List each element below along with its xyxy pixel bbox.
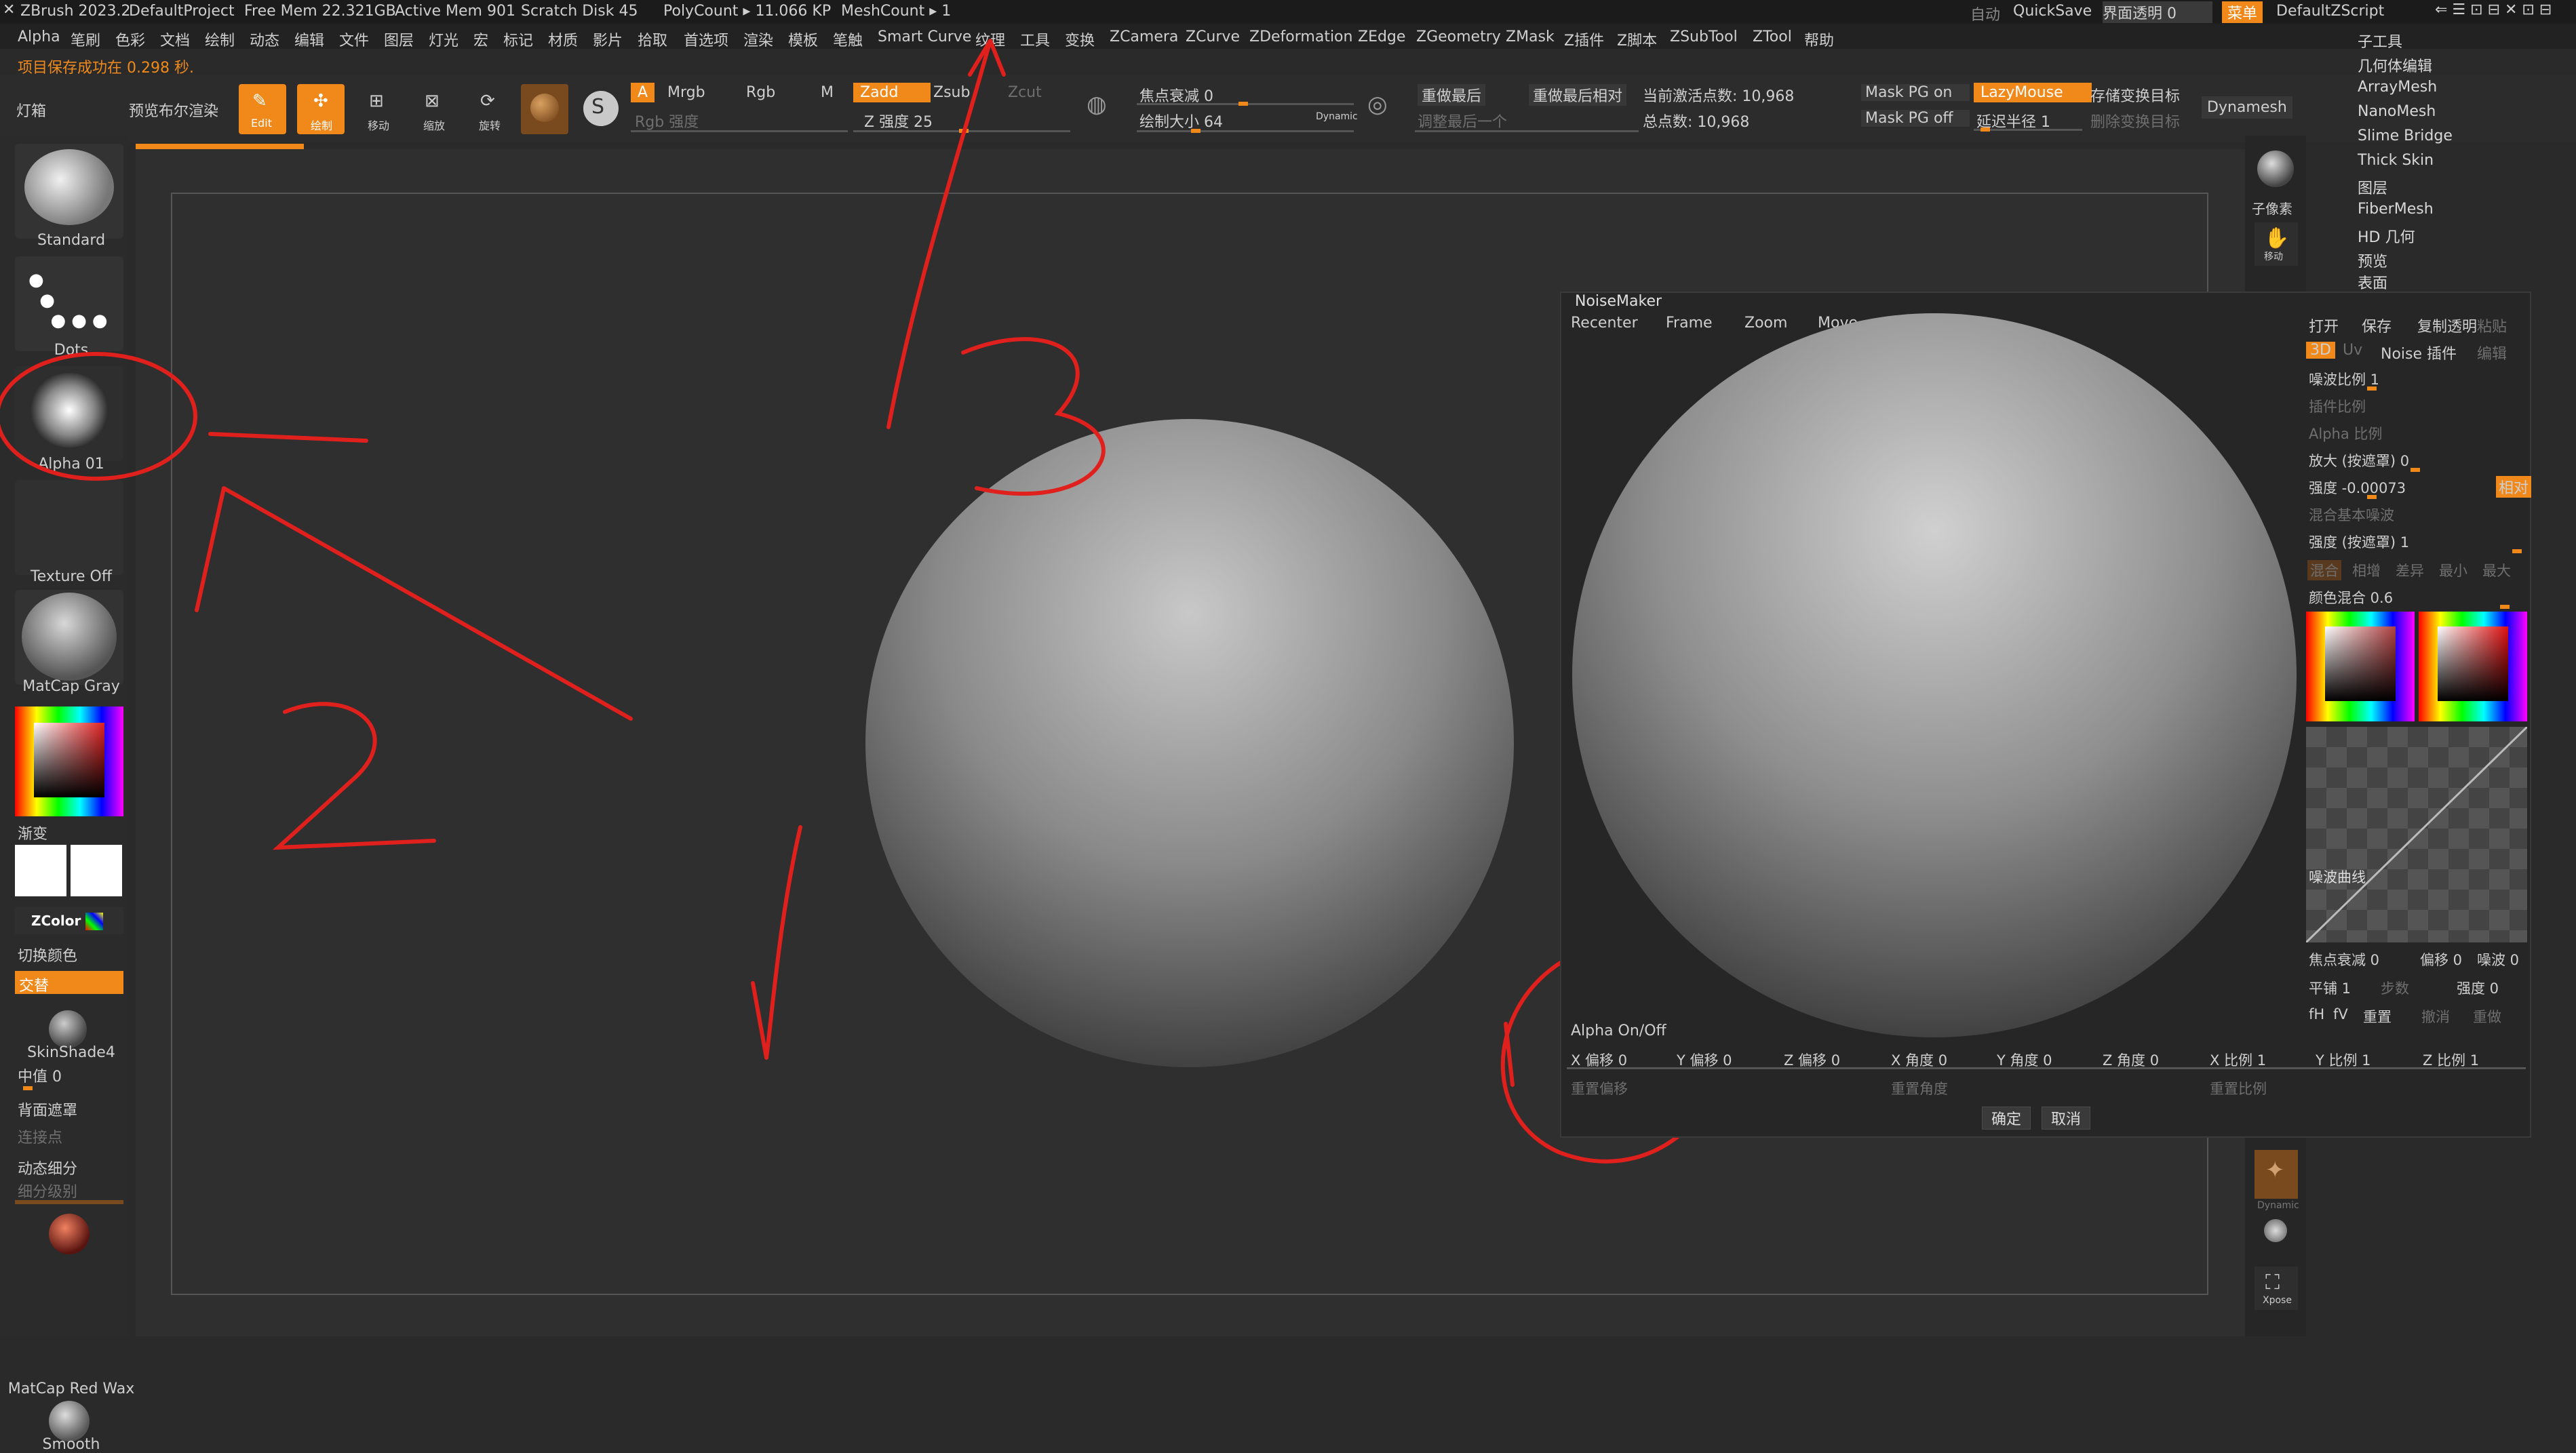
flip-v-button[interactable]: fV bbox=[2333, 1006, 2348, 1022]
matcap-red-name: MatCap Red Wax bbox=[7, 1380, 135, 1397]
annotation-circle-alpha bbox=[0, 352, 197, 481]
ok-button[interactable]: 确定 bbox=[1982, 1107, 2031, 1130]
color-blend-knob[interactable] bbox=[2500, 605, 2510, 609]
magnify-slider[interactable]: 放大 (按遮罩) 0 bbox=[2309, 450, 2409, 471]
persp-sphere-icon[interactable] bbox=[2264, 1219, 2287, 1242]
tile-slider[interactable]: 平铺 1 bbox=[2309, 978, 2351, 998]
arraymesh-item[interactable]: ArrayMesh bbox=[2358, 79, 2437, 96]
reset-offset-button[interactable]: 重置偏移 bbox=[1571, 1078, 1628, 1098]
alpha-scale-slider[interactable]: Alpha 比例 bbox=[2309, 423, 2382, 443]
curve-redo-button[interactable]: 重做 bbox=[2473, 1006, 2501, 1027]
reset-scale-button[interactable]: 重置比例 bbox=[2210, 1078, 2267, 1098]
preview-item[interactable]: 预览 bbox=[2358, 250, 2387, 271]
dynamic-icon: ✦ bbox=[2265, 1157, 2285, 1184]
copy-alpha-button[interactable]: 复制透明 bbox=[2417, 315, 2477, 336]
noise-color-square-2[interactable] bbox=[2438, 626, 2508, 701]
nanomesh-item[interactable]: NanoMesh bbox=[2358, 103, 2436, 120]
plugin-scale-slider[interactable]: 插件比例 bbox=[2309, 396, 2366, 416]
open-button[interactable]: 打开 bbox=[2309, 315, 2339, 336]
smooth-brush-name: Smooth bbox=[42, 1436, 100, 1453]
annotation-arrow-alpha bbox=[195, 432, 633, 721]
noise-preview-sphere[interactable] bbox=[1572, 313, 2297, 1037]
paste-button[interactable]: 粘贴 bbox=[2477, 315, 2507, 336]
color-blend-slider[interactable]: 颜色混合 0.6 bbox=[2309, 587, 2393, 608]
move-view-button[interactable]: ✋ 移动 bbox=[2255, 222, 2298, 266]
edit-button-dialog[interactable]: 编辑 bbox=[2477, 342, 2507, 363]
blend-tab-add[interactable]: 相增 bbox=[2352, 560, 2381, 580]
noise-curve-label: 噪波曲线 bbox=[2309, 869, 2366, 885]
steps-slider[interactable]: 步数 bbox=[2381, 978, 2409, 998]
relative-toggle[interactable]: 相对 bbox=[2496, 476, 2532, 498]
blend-tab-mix[interactable]: 混合 bbox=[2307, 560, 2341, 580]
strength-mask-slider[interactable]: 强度 (按遮罩) 1 bbox=[2309, 532, 2409, 552]
thick-skin-item[interactable]: Thick Skin bbox=[2358, 152, 2434, 169]
zoom-button[interactable]: Zoom bbox=[1744, 315, 1787, 332]
hd-geometry-item[interactable]: HD 几何 bbox=[2358, 225, 2415, 247]
xyz-slider-track bbox=[1567, 1067, 2526, 1069]
subtool-item[interactable]: 子工具 bbox=[2358, 30, 2402, 52]
render-sphere-button[interactable] bbox=[2257, 151, 2294, 187]
curve-strength-slider[interactable]: 强度 0 bbox=[2457, 978, 2499, 998]
hand-icon: ✋ bbox=[2264, 226, 2290, 250]
reset-angle-button[interactable]: 重置角度 bbox=[1891, 1078, 1948, 1098]
dynamic-subdiv-side-button[interactable]: ✦ bbox=[2255, 1150, 2298, 1199]
slime-bridge-item[interactable]: Slime Bridge bbox=[2358, 127, 2453, 144]
annotation-arrow-down bbox=[751, 825, 802, 1060]
noise-plugin-button[interactable]: Noise 插件 bbox=[2381, 342, 2457, 363]
noise-scale-knob[interactable] bbox=[2367, 386, 2377, 391]
noise-color-square-1[interactable] bbox=[2325, 626, 2396, 701]
mode-3d-toggle[interactable]: 3D bbox=[2306, 342, 2335, 359]
strength-slider[interactable]: 强度 -0.00073 bbox=[2309, 477, 2406, 498]
recenter-button[interactable]: Recenter bbox=[1571, 315, 1638, 332]
noise-color-picker-2[interactable] bbox=[2419, 612, 2527, 721]
curve-noise-slider[interactable]: 噪波 0 bbox=[2477, 949, 2519, 970]
smooth-brush-icon[interactable] bbox=[49, 1401, 90, 1441]
blend-tab-max[interactable]: 最大 bbox=[2482, 560, 2511, 580]
dynamic-side-label: Dynamic bbox=[2257, 1200, 2299, 1211]
curve-offset-slider[interactable]: 偏移 0 bbox=[2420, 949, 2462, 970]
cancel-button[interactable]: 取消 bbox=[2042, 1107, 2090, 1130]
noisemaker-title: NoiseMaker bbox=[1575, 293, 1662, 310]
flip-h-button[interactable]: fH bbox=[2309, 1006, 2324, 1022]
strength-knob[interactable] bbox=[2367, 495, 2377, 499]
mix-base-noise-slider[interactable]: 混合基本噪波 bbox=[2309, 504, 2394, 525]
frame-button[interactable]: Frame bbox=[1666, 315, 1713, 332]
fibermesh-item[interactable]: FiberMesh bbox=[2358, 201, 2434, 218]
curve-undo-button[interactable]: 撤消 bbox=[2421, 1006, 2450, 1027]
annotation-number-2 bbox=[272, 702, 436, 850]
save-button[interactable]: 保存 bbox=[2362, 315, 2392, 336]
alpha-onoff-toggle[interactable]: Alpha On/Off bbox=[1571, 1022, 1666, 1039]
tool-subpalette-list: 子工具 几何体编辑 ArrayMesh NanoMesh Slime Bridg… bbox=[2347, 27, 2576, 292]
xpose-button[interactable]: ⛶ Xpose bbox=[2255, 1267, 2298, 1310]
blend-tab-min[interactable]: 最小 bbox=[2439, 560, 2467, 580]
blend-tab-diff[interactable]: 差异 bbox=[2396, 560, 2424, 580]
magnify-knob[interactable] bbox=[2411, 468, 2420, 472]
noise-color-picker-1[interactable] bbox=[2306, 612, 2415, 721]
xpose-icon: ⛶ bbox=[2265, 1271, 2280, 1294]
curve-focal-shift-slider[interactable]: 焦点衰减 0 bbox=[2309, 949, 2379, 970]
noise-curve-editor[interactable]: 噪波曲线 bbox=[2306, 727, 2527, 942]
surface-item[interactable]: 表面 bbox=[2358, 271, 2387, 293]
subpixel-label[interactable]: 子像素 bbox=[2252, 198, 2292, 218]
strength-mask-knob[interactable] bbox=[2512, 549, 2522, 553]
curve-reset-button[interactable]: 重置 bbox=[2363, 1006, 2392, 1027]
layers-item[interactable]: 图层 bbox=[2358, 176, 2387, 198]
mode-uv-toggle[interactable]: Uv bbox=[2343, 342, 2362, 359]
geometry-edit-item[interactable]: 几何体编辑 bbox=[2358, 54, 2432, 76]
annotation-number-3 bbox=[961, 337, 1106, 496]
annotation-arrow-texture bbox=[886, 39, 1006, 429]
noise-curve-line bbox=[2306, 727, 2527, 942]
